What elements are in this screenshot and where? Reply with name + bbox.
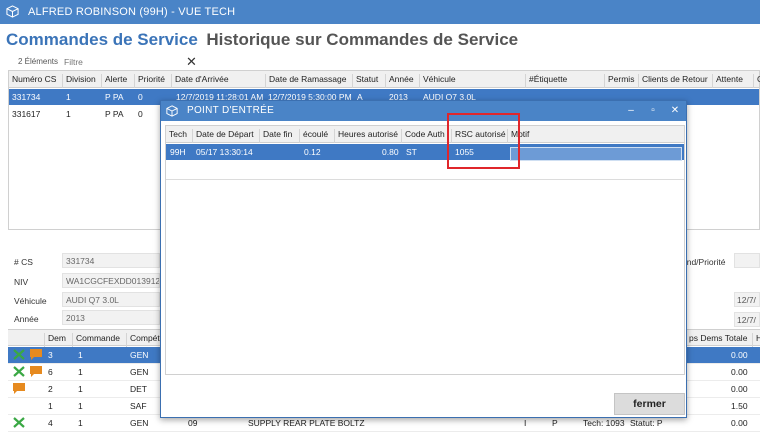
minimize-icon[interactable]: – xyxy=(623,104,639,118)
col-code-auth[interactable]: Code Auth xyxy=(401,129,445,143)
entry-grid: Tech Date de Départ Date fin écoulé Heur… xyxy=(165,125,685,375)
col-date-fin[interactable]: Date fin xyxy=(259,129,292,143)
col-date-depart[interactable]: Date de Départ xyxy=(192,129,254,143)
entry-grid-header: Tech Date de Départ Date fin écoulé Heur… xyxy=(166,126,684,143)
col-c[interactable]: C xyxy=(753,74,760,88)
col-clients-retour[interactable]: Clients de Retour xyxy=(638,74,708,88)
rsc-highlight-box xyxy=(447,113,520,169)
col-vehicule[interactable]: Véhicule xyxy=(419,74,456,88)
window-title: ALFRED ROBINSON (99H) - VUE TECH xyxy=(28,6,236,18)
wrench-icon xyxy=(13,349,25,360)
page-title[interactable]: Commandes de Service xyxy=(6,30,198,49)
col-numero-cs[interactable]: Numéro CS xyxy=(9,74,56,88)
wrench-icon xyxy=(13,366,25,377)
cs-label: # CS xyxy=(14,257,33,267)
niv-label: NIV xyxy=(14,277,29,287)
item-count: 2 Éléments xyxy=(18,57,59,66)
niv-field[interactable]: WA1CGCFEXDD013912 xyxy=(62,273,160,288)
grid-divider xyxy=(166,179,684,180)
col-ecoule[interactable]: écoulé xyxy=(299,129,328,143)
col-dems-totale[interactable]: ps Dems Totale xyxy=(685,333,747,347)
col-etiquette[interactable]: #Étiquette xyxy=(525,74,567,88)
date-field-1[interactable]: 12/7/ xyxy=(734,292,760,307)
maximize-icon[interactable]: ▫ xyxy=(645,104,661,118)
col-competence[interactable]: Compét xyxy=(126,333,160,347)
vehicule-label: Véhicule xyxy=(14,296,47,306)
col-division[interactable]: Division xyxy=(62,74,96,88)
col-permis[interactable]: Permis xyxy=(604,74,634,88)
col-date-arrivee[interactable]: Date d'Arrivée xyxy=(171,74,229,88)
table-row[interactable]: 99H 05/17 13:30:14 0.12 0.80 ST 1055 xyxy=(166,144,684,161)
vehicule-field[interactable]: AUDI Q7 3.0L xyxy=(62,292,160,307)
wrench-icon xyxy=(13,417,25,428)
col-annee[interactable]: Année xyxy=(385,74,414,88)
comment-icon xyxy=(13,383,25,394)
cs-field[interactable]: 331734 xyxy=(62,253,160,268)
comment-icon xyxy=(30,366,42,377)
dialog-title: POINT D'ENTRÉE xyxy=(187,105,275,116)
history-tab[interactable]: Historique sur Commandes de Service xyxy=(206,30,518,49)
close-button[interactable]: fermer xyxy=(614,393,685,415)
col-heures-autorise[interactable]: Heures autorisé xyxy=(334,129,398,143)
col-priorite[interactable]: Priorité xyxy=(134,74,165,88)
filter-input[interactable] xyxy=(60,55,200,68)
col-h[interactable]: H xyxy=(752,333,760,347)
annee-label: Année xyxy=(14,314,39,324)
col-statut[interactable]: Statut xyxy=(352,74,378,88)
date-field-2[interactable]: 12/7/ xyxy=(734,312,760,327)
close-icon[interactable]: ✕ xyxy=(186,54,197,70)
list-toolbar: 2 Éléments ✕ xyxy=(0,54,760,70)
orders-grid-header: Numéro CS Division Alerte Priorité Date … xyxy=(9,71,760,88)
dialog-titlebar: POINT D'ENTRÉE – ▫ ✕ xyxy=(161,101,686,121)
col-attente[interactable]: Attente xyxy=(712,74,743,88)
col-alerte[interactable]: Alerte xyxy=(101,74,127,88)
page-headings: Commandes de Service Historique sur Comm… xyxy=(6,30,518,52)
entry-point-dialog: POINT D'ENTRÉE – ▫ ✕ Tech Date de Départ… xyxy=(160,100,687,418)
cube-icon xyxy=(6,5,19,18)
col-commande[interactable]: Commande xyxy=(72,333,120,347)
close-icon[interactable]: ✕ xyxy=(667,104,683,118)
motif-input[interactable] xyxy=(510,147,682,161)
col-dem[interactable]: Dem xyxy=(44,333,66,347)
comment-icon xyxy=(30,349,42,360)
rendezvous-priority-label: end/Priorité xyxy=(682,257,726,267)
col-date-ramassage[interactable]: Date de Ramassage xyxy=(265,74,347,88)
priority-field[interactable] xyxy=(734,253,760,268)
annee-field[interactable]: 2013 xyxy=(62,310,160,325)
cube-icon xyxy=(166,105,178,117)
window-titlebar: ALFRED ROBINSON (99H) - VUE TECH xyxy=(0,0,760,24)
col-tech[interactable]: Tech xyxy=(166,129,187,143)
